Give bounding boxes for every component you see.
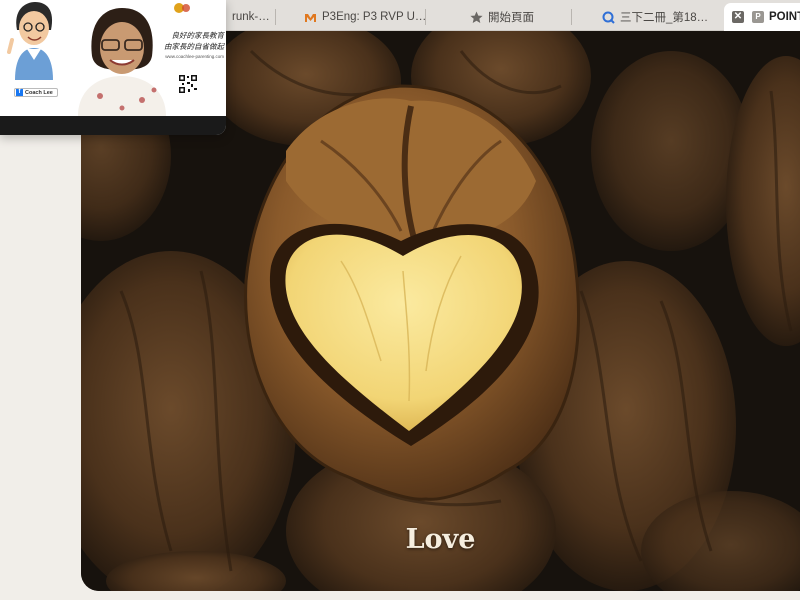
slogan-line: 由家長的自省做起 [164,42,224,51]
star-icon [470,11,483,24]
p-favicon-icon: P [752,11,764,23]
tab-separator [571,9,572,25]
facebook-badge: f Coach Lee [14,88,58,97]
tab-label: 開始頁面 [488,12,534,24]
tab-start-page[interactable]: 開始頁面 [462,4,572,30]
m-favicon-icon [304,11,317,24]
slide-caption: Love [405,524,476,555]
tab-label: runk-… [232,11,270,23]
brand-logo [174,3,190,13]
tab-label: 三下二冊_第18… [620,12,709,24]
qr-code-icon [178,74,198,94]
facebook-page-name: Coach Lee [25,89,53,96]
tab-label: P3Eng: P3 RVP U… [322,11,426,23]
close-tab-icon[interactable]: ✕ [732,11,744,23]
cartoon-avatar [7,2,53,80]
tab-points[interactable]: ✕ P POINTS [724,3,800,31]
slogan-line: 良好的家長教育 [171,31,225,40]
tab-runk[interactable]: runk-… [224,4,276,30]
tab-p3eng[interactable]: P3Eng: P3 RVP U… [296,4,426,30]
tab-separator [425,9,426,25]
slogan-text: 良好的家長教育 由家長的自省做起 [150,30,224,52]
tab-label: POINTS [769,11,800,23]
website-url: www.coachlee-parenting.com [165,54,224,59]
tab-separator [275,9,276,25]
tab-chinese-lesson[interactable]: 三下二冊_第18… [594,4,722,30]
video-bottom-bar [0,116,226,135]
video-call-overlay[interactable]: f Coach Lee 良好的家長教育 由家長的自省做起 www.coachle… [0,0,226,135]
facebook-icon: f [16,89,23,96]
presenter-video-feed [78,8,166,116]
q-favicon-icon [602,11,615,24]
